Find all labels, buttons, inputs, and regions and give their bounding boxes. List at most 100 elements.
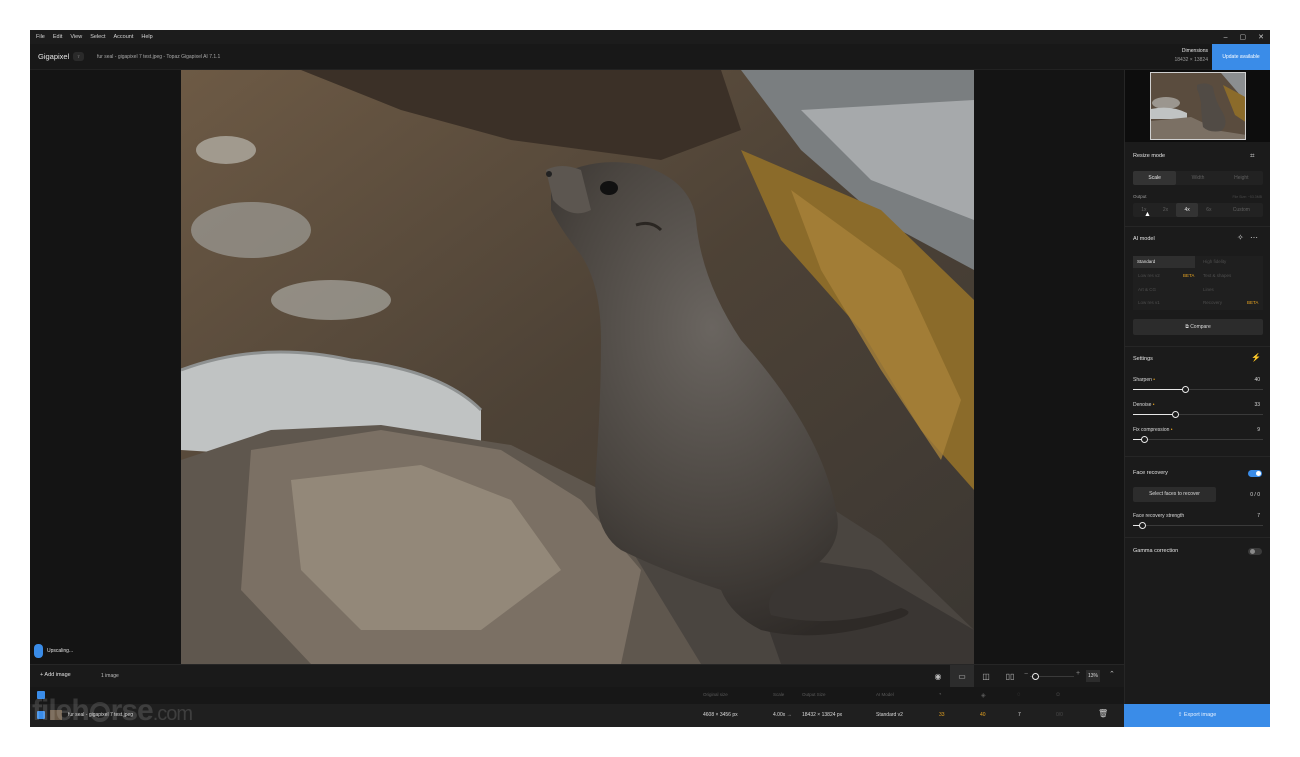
tab-height[interactable]: Height	[1220, 171, 1263, 185]
sharpen-value: 40	[1254, 377, 1260, 383]
lightning-icon[interactable]: ⚡	[1251, 353, 1261, 362]
output-file-size: File Size: ~53.3MB	[1232, 195, 1262, 199]
tab-scale[interactable]: Scale	[1133, 171, 1177, 185]
divider	[1125, 226, 1270, 227]
zoom-in-icon[interactable]: +	[1076, 670, 1080, 677]
view-mode-tools: ◉ ▭ ◫ ▯▯	[926, 665, 1022, 688]
image-canvas[interactable]: Upscaling...	[30, 70, 1124, 664]
sparkle-icon[interactable]: ✧	[1237, 233, 1244, 242]
face-recovery-title: Face recovery	[1133, 470, 1168, 476]
trash-icon[interactable]: 🗑	[1098, 709, 1108, 718]
denoise-slider[interactable]	[1133, 411, 1263, 418]
model-low-res-v2[interactable]: Low res v2	[1138, 273, 1160, 278]
menu-select[interactable]: Select	[86, 34, 109, 40]
model-standard[interactable]: Standard	[1133, 256, 1195, 268]
model-low-res-v1[interactable]: Low res v1	[1138, 300, 1160, 305]
compare-button[interactable]: ⧉ Compare	[1133, 319, 1263, 335]
document-title: fur seal - gigapixel 7 test.jpeg - Topaz…	[97, 54, 221, 60]
dimensions-value: 18432 × 13824	[1174, 57, 1208, 63]
model-lines[interactable]: Lines	[1203, 287, 1214, 292]
gamma-correction-title: Gamma correction	[1133, 548, 1179, 554]
menu-account[interactable]: Account	[109, 34, 137, 40]
split-view-icon[interactable]: ◫	[974, 665, 998, 688]
window-controls: – ▢ ✕	[1224, 30, 1264, 44]
fix-compression-slider[interactable]	[1133, 436, 1263, 443]
compression-col-icon: ◌	[1017, 692, 1021, 698]
tab-width[interactable]: Width	[1176, 171, 1219, 185]
face-recovery-toggle[interactable]	[1248, 470, 1262, 477]
settings-title: Settings	[1133, 356, 1153, 362]
model-art-cg[interactable]: Art & CG	[1138, 287, 1156, 292]
version-badge[interactable]: 7	[73, 52, 84, 61]
beta-badge: BETA	[1247, 300, 1259, 305]
single-view-icon[interactable]: ▭	[950, 665, 974, 688]
close-icon[interactable]: ✕	[1258, 33, 1264, 41]
sharpen-slider-handle[interactable]	[1181, 386, 1189, 393]
navigator-thumbnail[interactable]	[1150, 72, 1246, 140]
upscaling-text: Upscaling...	[47, 648, 74, 654]
scale-2x[interactable]: 2x	[1155, 203, 1177, 217]
sharpen-col-icon: ◔	[938, 692, 942, 698]
image-table-header: Original size Scale Output Size AI Model…	[30, 687, 1124, 704]
side-by-side-icon[interactable]: ▯▯	[998, 665, 1022, 688]
zoom-out-icon[interactable]: −	[1024, 671, 1028, 678]
menu-help[interactable]: Help	[137, 34, 156, 40]
export-image-button[interactable]: ⇪ Export image	[1124, 704, 1270, 727]
row-sharpen: 33	[939, 712, 945, 718]
app-brand: Gigapixel	[38, 52, 70, 61]
title-bar: Gigapixel 7 fur seal - gigapixel 7 test.…	[30, 44, 1270, 70]
denoise-slider-handle[interactable]	[1172, 411, 1180, 418]
sharpen-label: Sharpen •	[1133, 377, 1156, 383]
crop-icon[interactable]: ⌗	[1250, 151, 1255, 161]
dimensions-readout: Dimensions 18432 × 13824	[1160, 48, 1208, 63]
more-options-icon[interactable]: ⋯	[1250, 233, 1258, 242]
row-original-size: 4608 × 3456 px	[703, 712, 738, 718]
row-scale: 4.00x →	[773, 712, 792, 718]
scale-4x[interactable]: 4x	[1176, 203, 1199, 217]
minimize-icon[interactable]: –	[1224, 34, 1228, 41]
scale-6x[interactable]: 6x	[1198, 203, 1220, 217]
preview-photo[interactable]	[181, 70, 974, 664]
chevron-up-icon[interactable]: ⌃	[1109, 670, 1115, 678]
col-ai-model: AI Model	[876, 692, 894, 697]
resize-mode-tabs: Scale Width Height	[1133, 171, 1263, 185]
mouse-cursor-icon: ▲	[1144, 211, 1151, 218]
select-faces-button[interactable]: Select faces to recover	[1133, 487, 1216, 502]
update-available-button[interactable]: Update available	[1212, 44, 1270, 70]
model-text-shapes[interactable]: Text & shapes	[1203, 273, 1231, 278]
model-recovery[interactable]: Recovery	[1203, 300, 1222, 305]
col-original-size: Original size	[703, 692, 728, 697]
row-output-size: 18432 × 13824 px	[802, 712, 843, 718]
navigator[interactable]	[1125, 70, 1270, 142]
face-strength-label: Face recovery strength	[1133, 513, 1185, 519]
filehorse-watermark: fileh rse.com	[32, 694, 193, 727]
bottom-toolbar: + Add image 1 image ◉ ▭ ◫ ▯▯ − + 13% ⌃	[30, 664, 1124, 688]
table-row[interactable]: fur seal - gigapixel 7 test.jpeg 4608 × …	[30, 704, 1124, 727]
zoom-slider-handle[interactable]	[1032, 673, 1039, 680]
add-image-button[interactable]: + Add image	[40, 672, 71, 678]
faces-count: 0 / 0	[1250, 492, 1260, 498]
preview-eye-icon[interactable]: ◉	[926, 665, 950, 688]
watermark-o-icon	[89, 702, 110, 722]
gamma-correction-toggle[interactable]	[1248, 548, 1262, 555]
fix-compression-slider-handle[interactable]	[1141, 436, 1149, 443]
divider	[1125, 537, 1270, 538]
gigapixel-window: File Edit View Select Account Help – ▢ ✕…	[30, 30, 1270, 727]
face-strength-slider[interactable]	[1133, 522, 1263, 529]
zoom-level[interactable]: 13%	[1086, 670, 1100, 682]
model-high-fidelity[interactable]: High fidelity	[1203, 259, 1226, 264]
menu-view[interactable]: View	[66, 34, 86, 40]
col-scale: Scale	[773, 692, 785, 697]
ai-model-title: AI model	[1133, 236, 1155, 242]
menu-file[interactable]: File	[30, 34, 49, 40]
output-scale-options: 1x 2x 4x 6x Custom	[1133, 203, 1263, 217]
menu-edit[interactable]: Edit	[49, 34, 66, 40]
face-strength-slider-handle[interactable]	[1138, 522, 1146, 529]
row-face: 0/0	[1056, 712, 1063, 718]
col-output-size: Output Size	[802, 692, 826, 697]
sharpen-slider[interactable]	[1133, 386, 1263, 393]
export-label: Export image	[1183, 712, 1217, 718]
scale-custom[interactable]: Custom	[1220, 203, 1263, 217]
denoise-value: 33	[1254, 402, 1260, 408]
restore-icon[interactable]: ▢	[1240, 33, 1247, 41]
